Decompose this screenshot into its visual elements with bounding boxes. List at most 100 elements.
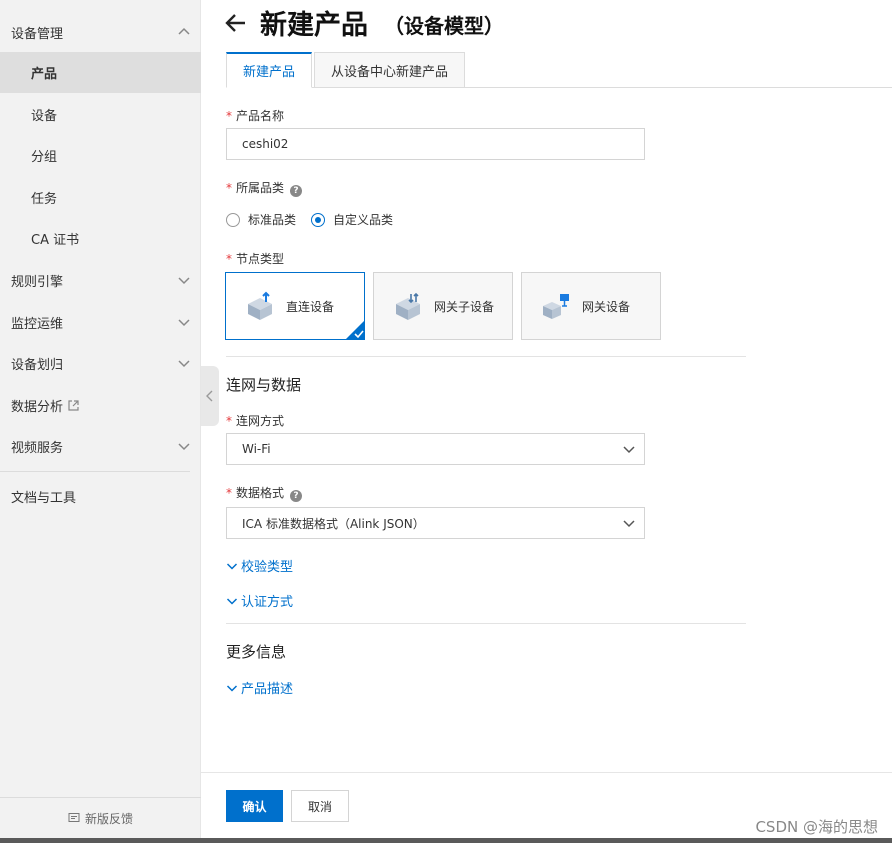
check-type-label: 校验类型 [241,560,294,575]
required-mark: * [226,109,232,123]
nav-device-management-label: 设备管理 [11,26,64,42]
node-card-label: 网关子设备 [434,299,495,314]
sidebar-item-label: 分组 [31,150,58,165]
network-method-label-text: 连网方式 [236,414,285,428]
product-name-label-text: 产品名称 [236,109,285,123]
page-title: 新建产品 [260,10,368,41]
sidebar-item-label: 产品 [31,67,58,82]
nav-data-analysis-label: 数据分析 [11,399,64,415]
taskbar-strip [0,838,892,843]
chevron-down-icon [226,597,238,605]
data-format-label-text: 数据格式 [236,486,285,500]
radio-circle-checked [311,212,325,227]
tab-label: 从设备中心新建产品 [331,64,449,80]
gateway-sub-device-icon [396,292,420,320]
auth-method-label: 认证方式 [241,595,294,610]
node-card-gateway-sub-device[interactable]: 网关子设备 [373,272,513,340]
feedback-icon [68,813,80,822]
chevron-up-icon [178,27,190,35]
nav-device-management[interactable]: 设备管理 [0,12,201,52]
confirm-button[interactable]: 确认 [226,790,283,822]
sidebar-item-product[interactable]: 产品 [0,52,201,93]
sidebar-item-label: 设备 [31,109,58,124]
radio-label: 自定义品类 [333,213,394,227]
chevron-left-icon [206,390,213,402]
help-icon[interactable]: ? [290,490,303,502]
chevron-down-icon [178,319,190,327]
tab-new-product[interactable]: 新建产品 [226,52,313,88]
node-card-gateway-device[interactable]: 网关设备 [521,272,661,340]
help-icon[interactable]: ? [290,185,303,197]
product-name-label: * 产品名称 [226,107,284,124]
radio-custom-category[interactable]: 自定义品类 [311,211,393,228]
required-mark: * [226,252,232,266]
product-desc-label: 产品描述 [241,682,294,697]
watermark: CSDN @海的思想 [755,818,878,836]
node-type-label-text: 节点类型 [236,252,285,266]
section-divider [226,623,746,624]
nav-docs-tools-label: 文档与工具 [11,490,77,506]
nav-rule-engine[interactable]: 规则引擎 [0,260,201,300]
required-mark: * [226,181,232,195]
radio-label: 标准品类 [248,213,297,227]
auth-method-toggle[interactable]: 认证方式 [226,591,293,610]
nav-video-service-label: 视频服务 [11,440,64,456]
sidebar-item-label: 任务 [31,192,58,207]
category-label-text: 所属品类 [236,181,285,195]
footer-divider [201,772,892,773]
nav-monitoring-label: 监控运维 [11,316,64,332]
network-method-value: Wi-Fi [242,442,271,456]
category-label: * 所属品类? [226,179,303,197]
chevron-down-icon [226,562,238,570]
more-info-section-title: 更多信息 [226,643,287,661]
radio-circle [226,212,240,227]
check-type-toggle[interactable]: 校验类型 [226,556,293,575]
feedback-label: 新版反馈 [84,811,133,826]
sidebar: 设备管理 产品 设备 分组 任务 CA 证书 规则引擎 监控运维 设备划归 数据… [0,0,201,838]
data-format-select[interactable]: ICA 标准数据格式（Alink JSON） [226,507,645,539]
nav-device-assignment-label: 设备划归 [11,357,64,373]
node-card-direct-device[interactable]: 直连设备 [225,272,365,340]
network-method-select[interactable]: Wi-Fi [226,433,645,465]
chevron-down-icon [623,446,635,454]
required-mark: * [226,414,232,428]
sidebar-divider [0,471,190,472]
sidebar-item-group[interactable]: 分组 [0,135,201,176]
nav-video-service[interactable]: 视频服务 [0,426,201,466]
radio-standard-category[interactable]: 标准品类 [226,211,296,228]
product-desc-toggle[interactable]: 产品描述 [226,678,293,697]
network-section-title: 连网与数据 [226,376,302,394]
required-mark: * [226,486,232,500]
nav-rule-engine-label: 规则引擎 [11,274,64,290]
external-link-icon [68,399,79,411]
product-name-value: ceshi02 [242,137,289,151]
nav-monitoring[interactable]: 监控运维 [0,302,201,342]
back-arrow-icon[interactable] [224,11,248,35]
tab-label: 新建产品 [243,65,296,80]
node-type-label: * 节点类型 [226,250,284,267]
sidebar-collapse-handle[interactable] [201,366,219,426]
tab-from-device-center[interactable]: 从设备中心新建产品 [314,52,466,88]
chevron-down-icon [178,360,190,368]
sidebar-item-task[interactable]: 任务 [0,177,201,218]
chevron-down-icon [178,277,190,285]
page-subtitle: （设备模型） [384,14,504,38]
chevron-down-icon [226,684,238,692]
sidebar-item-label: CA 证书 [31,233,80,248]
cancel-button[interactable]: 取消 [291,790,349,822]
sidebar-item-device[interactable]: 设备 [0,94,201,135]
sidebar-item-ca-cert[interactable]: CA 证书 [0,218,201,259]
chevron-down-icon [623,520,635,528]
nav-data-analysis[interactable]: 数据分析 [0,385,201,425]
nav-device-assignment[interactable]: 设备划归 [0,343,201,383]
data-format-value: ICA 标准数据格式（Alink JSON） [242,516,425,531]
feedback-button[interactable]: 新版反馈 [0,797,201,838]
product-name-input[interactable]: ceshi02 [226,128,645,160]
chevron-down-icon [178,443,190,451]
checkmark-corner-icon [345,320,365,340]
node-card-label: 网关设备 [582,299,631,314]
nav-docs-tools[interactable]: 文档与工具 [0,476,201,516]
direct-device-icon [248,291,272,320]
section-divider [226,356,746,357]
node-card-label: 直连设备 [286,299,335,314]
